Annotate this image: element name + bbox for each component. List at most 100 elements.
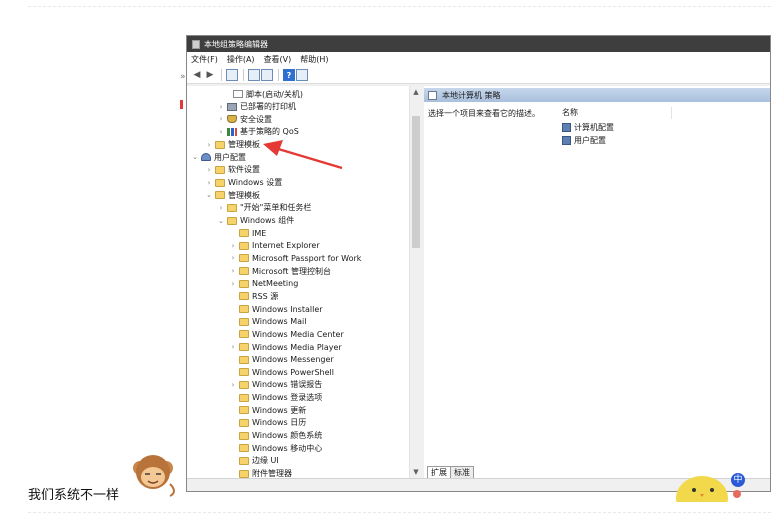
computer-config-entry[interactable]: 计算机配置 <box>562 121 614 133</box>
tree-item[interactable]: › Windows Media Player <box>229 341 342 353</box>
menu-file[interactable]: 文件(F) <box>191 54 218 65</box>
tree-item[interactable]: ⌄ 用户配置 <box>191 151 246 163</box>
ime-indicator[interactable]: 中 <box>731 473 745 487</box>
tree-item[interactable]: › Windows 设置 <box>205 177 283 189</box>
expand-chevron-icon[interactable]: › <box>229 242 237 250</box>
folder-icon <box>239 254 249 263</box>
expand-chevron-icon[interactable]: › <box>217 103 225 111</box>
tree-item-label: Windows Media Center <box>252 329 344 339</box>
tree-item[interactable]: › 已部署的打印机 <box>217 101 296 113</box>
back-arrow-icon[interactable]: ◀ <box>191 69 203 81</box>
user-config-entry[interactable]: 用户配置 <box>562 134 606 146</box>
tree-item-label: 附件管理器 <box>252 469 292 478</box>
tree-item[interactable]: Windows PowerShell <box>229 366 334 378</box>
policy-icon <box>428 90 437 100</box>
tree-item-label: Windows Installer <box>252 304 323 314</box>
collapse-chevron-icon[interactable]: ⌄ <box>205 191 213 199</box>
folder-icon <box>239 355 249 364</box>
tab-extended[interactable]: 扩展 <box>427 466 451 478</box>
folder-icon <box>215 140 225 149</box>
expand-chevron-icon[interactable]: › <box>229 343 237 351</box>
tree-item[interactable]: Windows 登录选项 <box>229 392 322 404</box>
tree-item[interactable]: › Microsoft Passport for Work <box>229 252 362 264</box>
tree-item[interactable]: Windows Mail <box>229 316 307 328</box>
expand-chevron-icon[interactable]: › <box>217 204 225 212</box>
expand-chevron-icon[interactable]: › <box>217 115 225 123</box>
tree-item[interactable]: Windows Installer <box>229 303 323 315</box>
expand-chevron-icon[interactable]: › <box>217 128 225 136</box>
folder-icon <box>239 292 249 301</box>
title-bar: 本地组策略编辑器 <box>187 36 770 52</box>
folder-icon <box>239 380 249 389</box>
expand-chevron-icon[interactable]: › <box>229 267 237 275</box>
toolbar: ◀ ▶ ? <box>187 67 770 84</box>
properties-icon[interactable] <box>248 69 260 81</box>
tree-item-label: Windows 颜色系统 <box>252 431 323 441</box>
menu-action[interactable]: 操作(A) <box>227 54 255 65</box>
tree-item[interactable]: › NetMeeting <box>229 278 299 290</box>
tree-item[interactable]: › Windows 错误报告 <box>229 379 323 391</box>
user-config-icon <box>201 153 211 162</box>
forward-arrow-icon[interactable]: ▶ <box>204 69 216 81</box>
menu-view[interactable]: 查看(V) <box>264 54 292 65</box>
tab-standard[interactable]: 标准 <box>450 466 474 478</box>
collapse-chevron-icon[interactable]: ⌄ <box>191 153 199 161</box>
tree-item[interactable]: › 软件设置 <box>205 164 260 176</box>
scrollbar-thumb[interactable] <box>412 116 420 248</box>
tree-item[interactable]: 脚本(启动/关机) <box>223 88 303 100</box>
collapse-chevron-icon[interactable]: ⌄ <box>217 217 225 225</box>
tree-item[interactable]: › Internet Explorer <box>229 240 320 252</box>
scroll-down-icon[interactable]: ▼ <box>410 466 422 478</box>
tree-item[interactable]: › "开始"菜单和任务栏 <box>217 202 312 214</box>
console-tree: 脚本(启动/关机) › 已部署的打印机 › 安全设置 › 基于策略的 QoS › 管理模板 ⌄ 用户… <box>187 86 421 478</box>
script-icon <box>233 90 243 98</box>
help-icon[interactable]: ? <box>283 69 295 81</box>
tree-item[interactable]: Windows 移动中心 <box>229 442 322 454</box>
tree-item[interactable]: › Microsoft 管理控制台 <box>229 265 331 277</box>
tree-item[interactable]: ⌄ Windows 组件 <box>217 215 294 227</box>
expand-chevron-icon[interactable]: › <box>229 381 237 389</box>
tree-item[interactable]: IME <box>229 227 266 239</box>
pane-header: 本地计算机 策略 <box>424 88 770 102</box>
view-icon[interactable] <box>296 69 308 81</box>
expand-chevron-icon[interactable]: › <box>229 280 237 288</box>
expand-chevron-icon[interactable]: › <box>229 254 237 262</box>
folder-icon <box>239 330 249 339</box>
caption-text: 我们系统不一样 <box>28 488 120 503</box>
tree-item-label: "开始"菜单和任务栏 <box>240 203 312 213</box>
user-config-icon <box>562 135 571 145</box>
tree-item[interactable]: Windows 更新 <box>229 404 306 416</box>
scroll-up-icon[interactable]: ▲ <box>410 86 422 98</box>
tree-item[interactable]: › 基于策略的 QoS <box>217 126 299 138</box>
tree-item[interactable]: Windows Messenger <box>229 354 334 366</box>
folder-icon <box>215 191 225 200</box>
tree-item[interactable]: › 安全设置 <box>217 113 272 125</box>
expand-chevron-icon[interactable]: › <box>205 141 213 149</box>
folder-icon <box>239 279 249 288</box>
bar-chart-icon <box>227 127 237 136</box>
tree-scrollbar[interactable]: ▲ ▼ <box>409 86 421 478</box>
tree-item[interactable]: 边缘 UI <box>229 455 279 467</box>
expand-chevron-icon[interactable]: › <box>205 179 213 187</box>
name-column-header[interactable]: 名称 <box>562 107 672 119</box>
tree-item[interactable]: Windows 日历 <box>229 417 306 429</box>
printer-icon <box>227 102 237 111</box>
tree-item[interactable]: Windows 颜色系统 <box>229 430 322 442</box>
tree-item-label: Windows 错误报告 <box>252 380 323 390</box>
tree-item-label: RSS 源 <box>252 291 279 301</box>
show-console-tree-icon[interactable] <box>226 69 238 81</box>
pane-title: 本地计算机 策略 <box>442 90 501 100</box>
tree-item[interactable]: Windows Media Center <box>229 328 344 340</box>
entry-label: 用户配置 <box>574 135 606 145</box>
menu-help[interactable]: 帮助(H) <box>300 54 328 65</box>
tree-item-label: NetMeeting <box>252 279 299 289</box>
expand-chevron-icon[interactable]: › <box>205 166 213 174</box>
tree-item[interactable]: ⌄ 管理模板 <box>205 189 260 201</box>
folder-icon <box>227 216 237 225</box>
details-pane: 本地计算机 策略 选择一个项目来查看它的描述。 名称 计算机配置 用户配置 ↖ <box>424 86 770 478</box>
tree-item[interactable]: 附件管理器 <box>229 468 292 478</box>
tree-item[interactable]: RSS 源 <box>229 290 278 302</box>
tree-item[interactable]: › 管理模板 <box>205 139 260 151</box>
folder-icon <box>239 418 249 427</box>
export-list-icon[interactable] <box>261 69 273 81</box>
